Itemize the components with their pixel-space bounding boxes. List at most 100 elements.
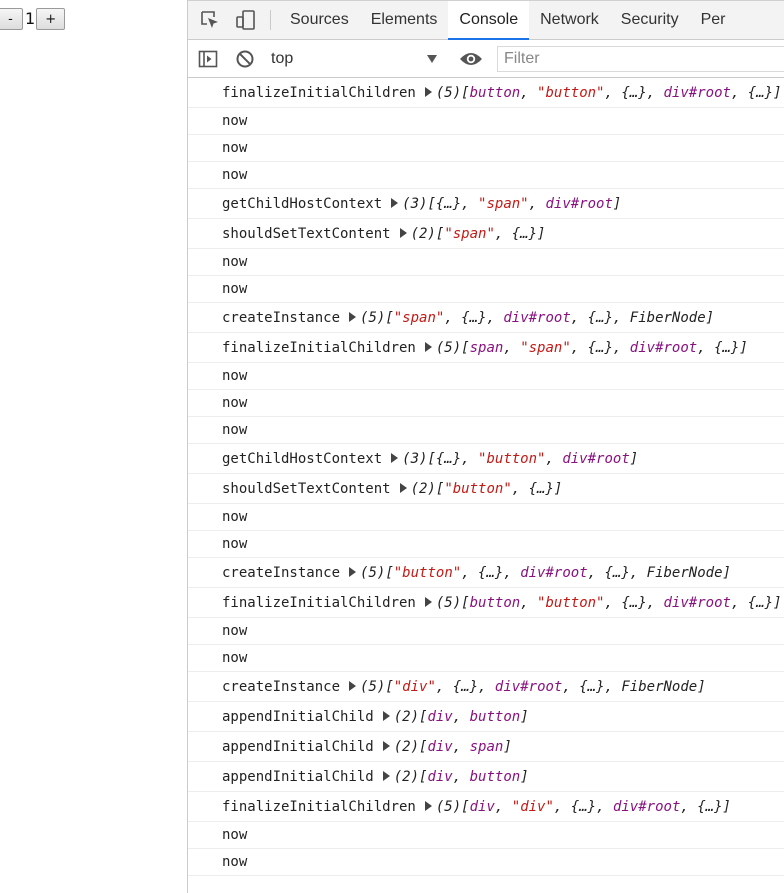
string-value: "span" [520,339,571,356]
expand-triangle-icon[interactable] [349,566,357,577]
punctuation: , {…}, [604,84,664,101]
console-message: finalizeInitialChildren (5) [button, "but… [188,78,784,108]
string-value: "span" [393,309,445,326]
node-reference: span [469,339,504,356]
punctuation: [ [461,339,470,356]
punctuation: [ [385,678,394,695]
console-message: now [188,363,784,390]
console-message: now [188,417,784,444]
devtools-panel: Sources Elements Console Network Securit… [187,0,784,893]
expand-triangle-icon[interactable] [382,770,390,781]
node-reference: button [469,708,521,725]
console-message-text: createInstance [222,678,341,695]
console-message-text: finalizeInitialChildren [222,84,416,101]
expand-triangle-icon[interactable] [391,452,399,463]
array-length: (2) [410,480,436,497]
expand-triangle-icon[interactable] [424,86,432,97]
node-reference: div#root [612,798,681,815]
expand-triangle-icon[interactable] [424,800,432,811]
array-length: (2) [410,225,436,242]
array-preview[interactable]: ["span", {…}] [436,226,546,242]
node-reference: div#root [494,678,563,695]
console-message-text: now [222,281,248,297]
console-message: now [188,618,784,645]
array-preview[interactable]: [div, button] [419,769,529,785]
console-message: now [188,390,784,417]
decrement-button[interactable]: - [0,8,23,30]
punctuation: , {…}, [461,564,521,581]
console-message-text: finalizeInitialChildren [222,798,416,815]
device-toggle-icon[interactable] [228,1,264,39]
punctuation: [{…}, [427,450,479,467]
expand-triangle-icon[interactable] [424,596,432,607]
console-message: finalizeInitialChildren (5) [button, "but… [188,588,784,618]
console-message: now [188,504,784,531]
console-message-text: now [222,509,248,525]
console-message: createInstance (5) ["span", {…}, div#root… [188,303,784,333]
console-message-text: now [222,854,248,870]
live-expression-eye-icon[interactable] [452,51,490,67]
array-preview[interactable]: [div, button] [419,709,529,725]
node-reference: div#root [663,594,731,611]
console-toolbar: top [188,40,784,78]
array-preview[interactable]: ["span", {…}, div#root, {…}, FiberNode] [385,310,714,326]
console-message-text: getChildHostContext [222,450,383,467]
inspect-element-icon[interactable] [192,1,228,39]
punctuation: [{…}, [427,195,479,212]
array-length: (2) [393,738,420,755]
filter-input[interactable] [497,45,784,72]
expand-triangle-icon[interactable] [349,311,357,322]
expand-triangle-icon[interactable] [399,227,407,238]
array-preview[interactable]: [button, "button", {…}, div#root, {…}] [461,595,781,611]
array-preview[interactable]: [{…}, "button", div#root] [427,451,638,467]
console-message-text: now [222,623,248,639]
tab-performance[interactable]: Per [690,1,737,39]
tab-security[interactable]: Security [610,1,690,39]
expand-triangle-icon[interactable] [399,482,407,493]
array-length: (3) [402,195,428,212]
tab-sources[interactable]: Sources [279,1,360,39]
punctuation: , {…}, [444,309,504,326]
context-selector[interactable]: top [267,46,445,72]
expand-triangle-icon[interactable] [349,680,357,691]
array-preview[interactable]: [button, "button", {…}, div#root, {…}] [461,85,781,101]
array-preview[interactable]: [div, span] [419,739,512,755]
array-preview[interactable]: [div, "div", {…}, div#root, {…}] [461,799,731,815]
count-value: 1 [25,9,36,28]
counter: - 1 + [0,7,66,31]
console-message: now [188,162,784,189]
expand-triangle-icon[interactable] [382,710,390,721]
show-sidebar-icon[interactable] [188,50,228,68]
tab-network[interactable]: Network [529,1,610,39]
increment-button[interactable]: + [36,8,66,30]
punctuation: , {…}] [511,480,563,497]
expand-triangle-icon[interactable] [424,341,432,352]
punctuation: , [520,84,538,101]
node-reference: div#root [562,450,630,467]
punctuation: , {…}] [730,84,782,101]
punctuation: [ [385,564,394,581]
punctuation: , {…}] [730,594,782,611]
array-preview[interactable]: ["button", {…}, div#root, {…}, FiberNode… [385,565,731,581]
console-message: getChildHostContext (3) [{…}, "button", d… [188,444,784,474]
console-message: appendInitialChild (2) [div, button] [188,702,784,732]
expand-triangle-icon[interactable] [391,197,399,208]
array-preview[interactable]: [span, "span", {…}, div#root, {…}] [461,340,748,356]
console-message: createInstance (5) ["div", {…}, div#root,… [188,672,784,702]
array-length: (5) [435,339,462,356]
array-length: (2) [393,708,420,725]
console-message-text: appendInitialChild [222,768,374,785]
array-preview[interactable]: ["button", {…}] [436,481,562,497]
string-value: "div" [393,678,436,695]
expand-triangle-icon[interactable] [382,740,390,751]
app-page: - 1 + [0,0,188,893]
clear-console-icon[interactable] [228,49,262,69]
tab-elements[interactable]: Elements [360,1,449,39]
array-preview[interactable]: ["div", {…}, div#root, {…}, FiberNode] [385,679,705,695]
string-value: "div" [511,798,554,815]
array-length: (5) [435,798,462,815]
console-message: now [188,276,784,303]
tab-console[interactable]: Console [448,1,530,40]
console-message: shouldSetTextContent (2) ["span", {…}] [188,219,784,249]
array-preview[interactable]: [{…}, "span", div#root] [427,196,621,212]
